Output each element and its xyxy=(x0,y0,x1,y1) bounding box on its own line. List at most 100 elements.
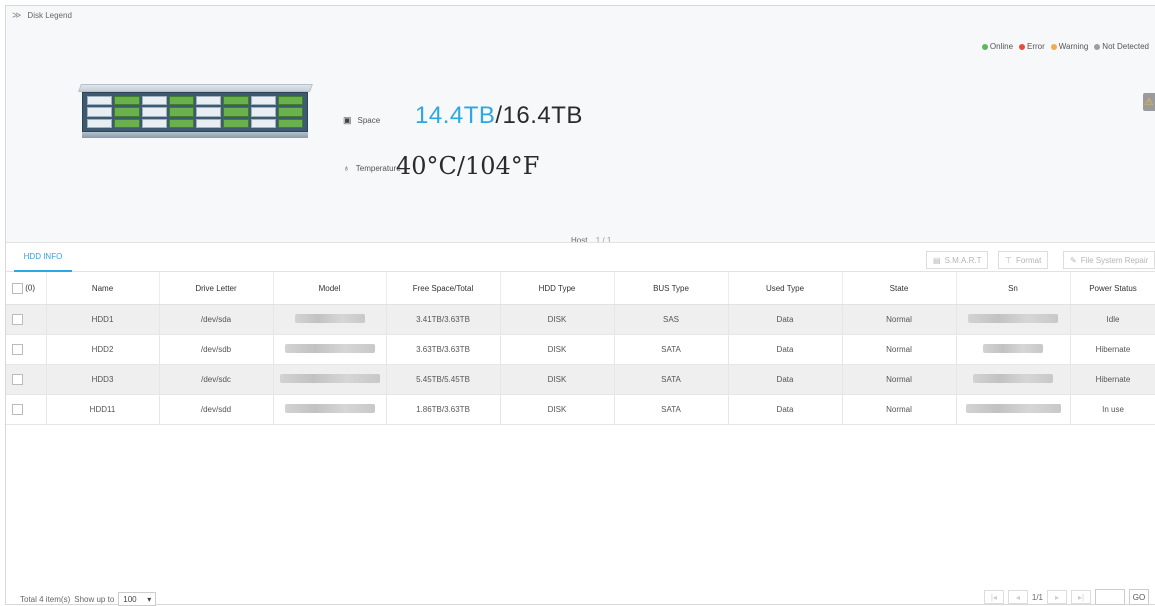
cell-sn-redacted xyxy=(956,364,1071,395)
online-dot-icon xyxy=(981,43,988,50)
status-legend: Online Error Warning Not Detected xyxy=(981,42,1149,51)
not-detected-dot-icon xyxy=(1094,43,1101,50)
column-model[interactable]: Model xyxy=(273,272,387,305)
cell-used: Data xyxy=(728,304,843,335)
row-checkbox[interactable] xyxy=(12,404,23,415)
show-up-to-label: Show up to xyxy=(74,594,115,604)
cell-sn-redacted xyxy=(956,394,1071,425)
format-icon: ⊤ xyxy=(1005,255,1012,265)
wrench-icon: ✎ xyxy=(1070,255,1077,265)
cell-model-redacted xyxy=(273,364,387,395)
row-checkbox[interactable] xyxy=(12,314,23,325)
cell-name: HDD2 xyxy=(46,334,160,365)
disk-legend-toggle[interactable]: ≫ Disk Legend xyxy=(12,10,72,21)
cell-hdd-type: DISK xyxy=(500,364,615,395)
temperature-value: 40°C/104°F xyxy=(396,152,540,180)
cell-sn-redacted xyxy=(956,304,1071,335)
next-page-button[interactable]: ▸ xyxy=(1047,590,1067,604)
cell-bus: SATA xyxy=(614,334,729,365)
first-page-button[interactable]: |◂ xyxy=(983,590,1004,604)
disk-legend-label: Disk Legend xyxy=(27,11,72,20)
select-all-checkbox[interactable] xyxy=(12,282,23,294)
format-button[interactable]: ⊤ Format xyxy=(998,251,1049,269)
page-size-select[interactable]: 100 ▾ xyxy=(118,592,157,606)
cell-hdd-type: DISK xyxy=(500,304,615,335)
legend-not-detected: Not Detected xyxy=(1094,42,1149,51)
table-row[interactable]: HDD2 /dev/sdb 3.63TB/3.63TB DISK SATA Da… xyxy=(6,334,1155,365)
cell-power: In use xyxy=(1070,394,1155,425)
page-number-input[interactable] xyxy=(1095,589,1125,605)
column-bus-type[interactable]: BUS Type xyxy=(614,272,729,305)
tabs-bar: HDD INFO ▤ S.M.A.R.T ⊤ Format ✎ File System… xyxy=(6,242,1155,272)
cell-model-redacted xyxy=(273,334,387,365)
cell-hdd-type: DISK xyxy=(500,394,615,425)
hdd-table: (0) Name Drive Letter Model Free Space/T… xyxy=(6,272,1155,425)
cell-name: HDD3 xyxy=(46,364,160,395)
disk-icon: ▣ xyxy=(343,115,352,125)
cell-bus: SATA xyxy=(614,394,729,425)
cell-state: Normal xyxy=(842,364,957,395)
cell-power: Idle xyxy=(1070,304,1155,335)
space-used: 14.4TB xyxy=(415,102,496,129)
table-row[interactable]: HDD1 /dev/sda 3.41TB/3.63TB DISK SAS Dat… xyxy=(6,304,1155,335)
column-name[interactable]: Name xyxy=(46,272,160,305)
column-used-type[interactable]: Used Type xyxy=(728,272,843,305)
cell-model-redacted xyxy=(273,304,387,335)
space-total: /16.4TB xyxy=(495,102,583,129)
double-chevron-icon: ≫ xyxy=(12,10,22,20)
legend-online: Online xyxy=(981,42,1013,51)
row-checkbox[interactable] xyxy=(12,344,23,355)
error-dot-icon xyxy=(1019,43,1026,50)
cell-drive: /dev/sdc xyxy=(159,364,274,395)
cell-used: Data xyxy=(728,364,843,395)
space-value: 14.4TB/16.4TB xyxy=(415,102,583,130)
go-button[interactable]: GO xyxy=(1129,589,1149,605)
last-page-button[interactable]: ▸| xyxy=(1071,590,1091,604)
cell-used: Data xyxy=(728,334,843,365)
column-power-status[interactable]: Power Status xyxy=(1070,272,1155,305)
total-items: Total 4 item(s) xyxy=(20,594,71,604)
page-indicator: 1/1 xyxy=(1031,592,1043,602)
disk-enclosure-image xyxy=(78,84,313,142)
cell-state: Normal xyxy=(842,394,957,425)
warning-dot-icon xyxy=(1050,43,1057,50)
legend-error: Error xyxy=(1019,42,1045,51)
cell-drive: /dev/sdb xyxy=(159,334,274,365)
cell-drive: /dev/sdd xyxy=(159,394,274,425)
row-checkbox[interactable] xyxy=(12,374,23,385)
cell-free: 5.45TB/5.45TB xyxy=(386,364,501,395)
table-row[interactable]: HDD11 /dev/sdd 1.86TB/3.63TB DISK SATA D… xyxy=(6,394,1155,425)
cell-model-redacted xyxy=(273,394,387,425)
column-free-space-total[interactable]: Free Space/Total xyxy=(386,272,501,305)
space-label: ▣ Space xyxy=(343,115,381,125)
document-icon: ▤ xyxy=(933,255,941,265)
column-hdd-type[interactable]: HDD Type xyxy=(500,272,615,305)
smart-button[interactable]: ▤ S.M.A.R.T xyxy=(926,251,989,269)
cell-name: HDD1 xyxy=(46,304,160,335)
thermometer-icon: ♁ xyxy=(343,163,350,173)
cell-used: Data xyxy=(728,394,843,425)
cell-power: Hibernate xyxy=(1070,334,1155,365)
column-state[interactable]: State xyxy=(842,272,957,305)
tab-hdd-info[interactable]: HDD INFO xyxy=(14,243,72,272)
cell-bus: SATA xyxy=(614,364,729,395)
column-sn[interactable]: Sn xyxy=(956,272,1071,305)
column-drive-letter[interactable]: Drive Letter xyxy=(159,272,274,305)
temperature-label: ♁ Temperature xyxy=(343,163,401,173)
caret-down-icon: ▾ xyxy=(147,594,152,604)
disk-manager-panel: ≫ Disk Legend Online Error Warning Not D… xyxy=(5,5,1155,606)
alarm-warning-icon[interactable]: ⚠ xyxy=(1143,93,1155,111)
pagination-summary: Total 4 item(s) Show up to 100 ▾ xyxy=(20,592,157,606)
select-all-cell: (0) xyxy=(6,272,47,305)
table-header: (0) Name Drive Letter Model Free Space/T… xyxy=(6,272,1155,305)
cell-state: Normal xyxy=(842,304,957,335)
cell-bus: SAS xyxy=(614,304,729,335)
prev-page-button[interactable]: ◂ xyxy=(1007,590,1028,604)
cell-free: 1.86TB/3.63TB xyxy=(386,394,501,425)
table-row[interactable]: HDD3 /dev/sdc 5.45TB/5.45TB DISK SATA Da… xyxy=(6,364,1155,395)
cell-sn-redacted xyxy=(956,334,1071,365)
file-system-repair-button[interactable]: ✎ File System Repair xyxy=(1063,251,1155,269)
cell-free: 3.41TB/3.63TB xyxy=(386,304,501,335)
legend-warning: Warning xyxy=(1050,42,1088,51)
cell-state: Normal xyxy=(842,334,957,365)
